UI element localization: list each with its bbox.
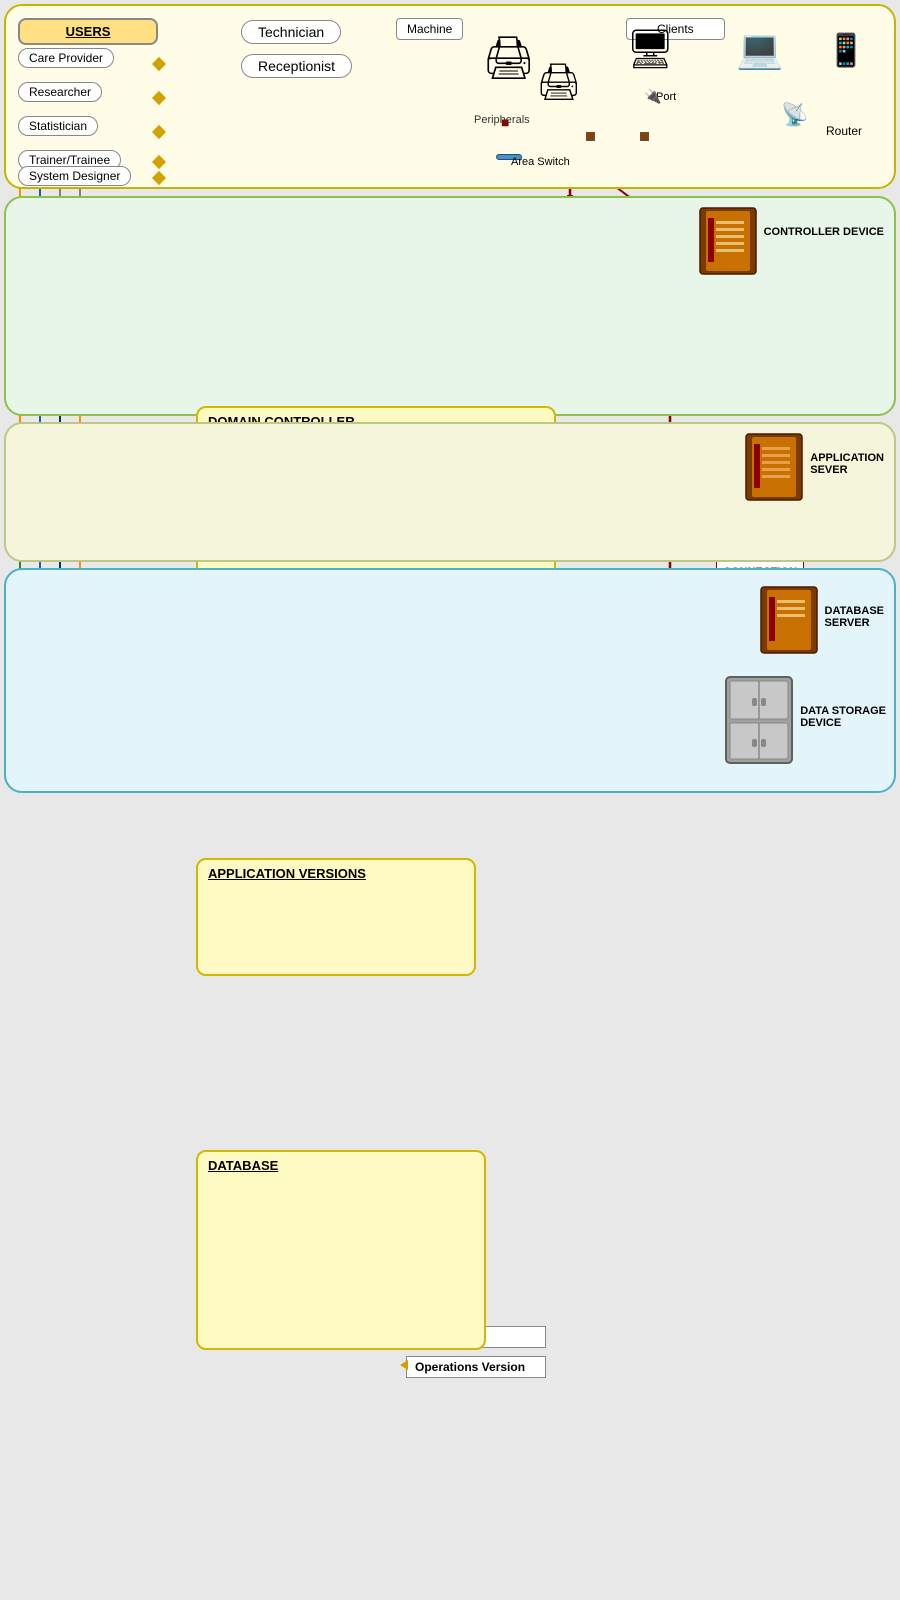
router-icon: 📡 <box>781 102 808 128</box>
arrow-ops-ver <box>400 1360 408 1370</box>
app-section: APPLICATION VERSIONS Test Version Operat… <box>4 422 896 562</box>
connector-trainer <box>152 155 166 169</box>
machine-box: Machine <box>396 18 463 40</box>
users-section: USERS Care Provider Researcher Statistic… <box>4 4 896 189</box>
controller-device-block: CONTROLLER DEVICE <box>698 206 884 276</box>
connector-statistician <box>152 125 166 139</box>
monitor-icon: 🖥 <box>626 28 674 72</box>
controller-device-label: CONTROLLER DEVICE <box>764 226 884 238</box>
data-storage-block: DATA STORAGE DEVICE <box>724 675 886 765</box>
scanner-icon: 🖨 <box>482 34 535 83</box>
db-server-label: DATABASE SERVER <box>825 605 884 629</box>
db-server-icon <box>759 585 819 655</box>
app-server-icon <box>744 432 804 502</box>
domain-section: DOMAIN CONTROLLER DOMAINS Operations Ana… <box>4 196 896 416</box>
data-storage-icon <box>724 675 794 765</box>
database-title: DATABASE <box>198 1152 484 1177</box>
peripherals-label: Peripherals <box>474 114 530 126</box>
switch-connector2 <box>640 132 649 141</box>
user-system-designer: System Designer <box>18 166 131 186</box>
data-storage-label: DATA STORAGE DEVICE <box>800 705 886 729</box>
connector-researcher <box>152 91 166 105</box>
app-server-block: APPLICATION SEVER <box>744 432 884 502</box>
user-researcher: Researcher <box>18 82 102 102</box>
app-ops-version: Operations Version <box>406 1356 546 1378</box>
router-label: Router <box>826 124 862 138</box>
switch-connector1 <box>586 132 595 141</box>
user-statistician: Statistician <box>18 116 98 136</box>
user-care-provider: Care Provider <box>18 48 114 68</box>
db-server-block: DATABASE SERVER <box>759 585 884 655</box>
laptop-icon: 💻 <box>736 28 783 72</box>
area-switch-label: Area Switch <box>511 156 570 168</box>
connector-sysdesign <box>152 171 166 185</box>
users-box: USERS <box>18 18 158 45</box>
app-server-label: APPLICATION SEVER <box>810 452 884 476</box>
controller-device-icon <box>698 206 758 276</box>
database-section: DATABASE Simulated Test Data Fabricated … <box>4 568 896 793</box>
port-connector: 🔌 <box>644 88 661 105</box>
database-box: DATABASE Simulated Test Data Fabricated … <box>196 1150 486 1350</box>
oval-receptionist: Receptionist <box>241 54 352 78</box>
oval-technician: Technician <box>241 20 341 44</box>
printer-icon: 🖨 <box>536 61 582 103</box>
users-title: USERS <box>26 24 150 39</box>
connector-care <box>152 57 166 71</box>
app-versions-box: APPLICATION VERSIONS Test Version Operat… <box>196 858 476 976</box>
app-ver-title: APPLICATION VERSIONS <box>198 860 474 885</box>
tablet-icon: 📱 <box>826 31 866 69</box>
